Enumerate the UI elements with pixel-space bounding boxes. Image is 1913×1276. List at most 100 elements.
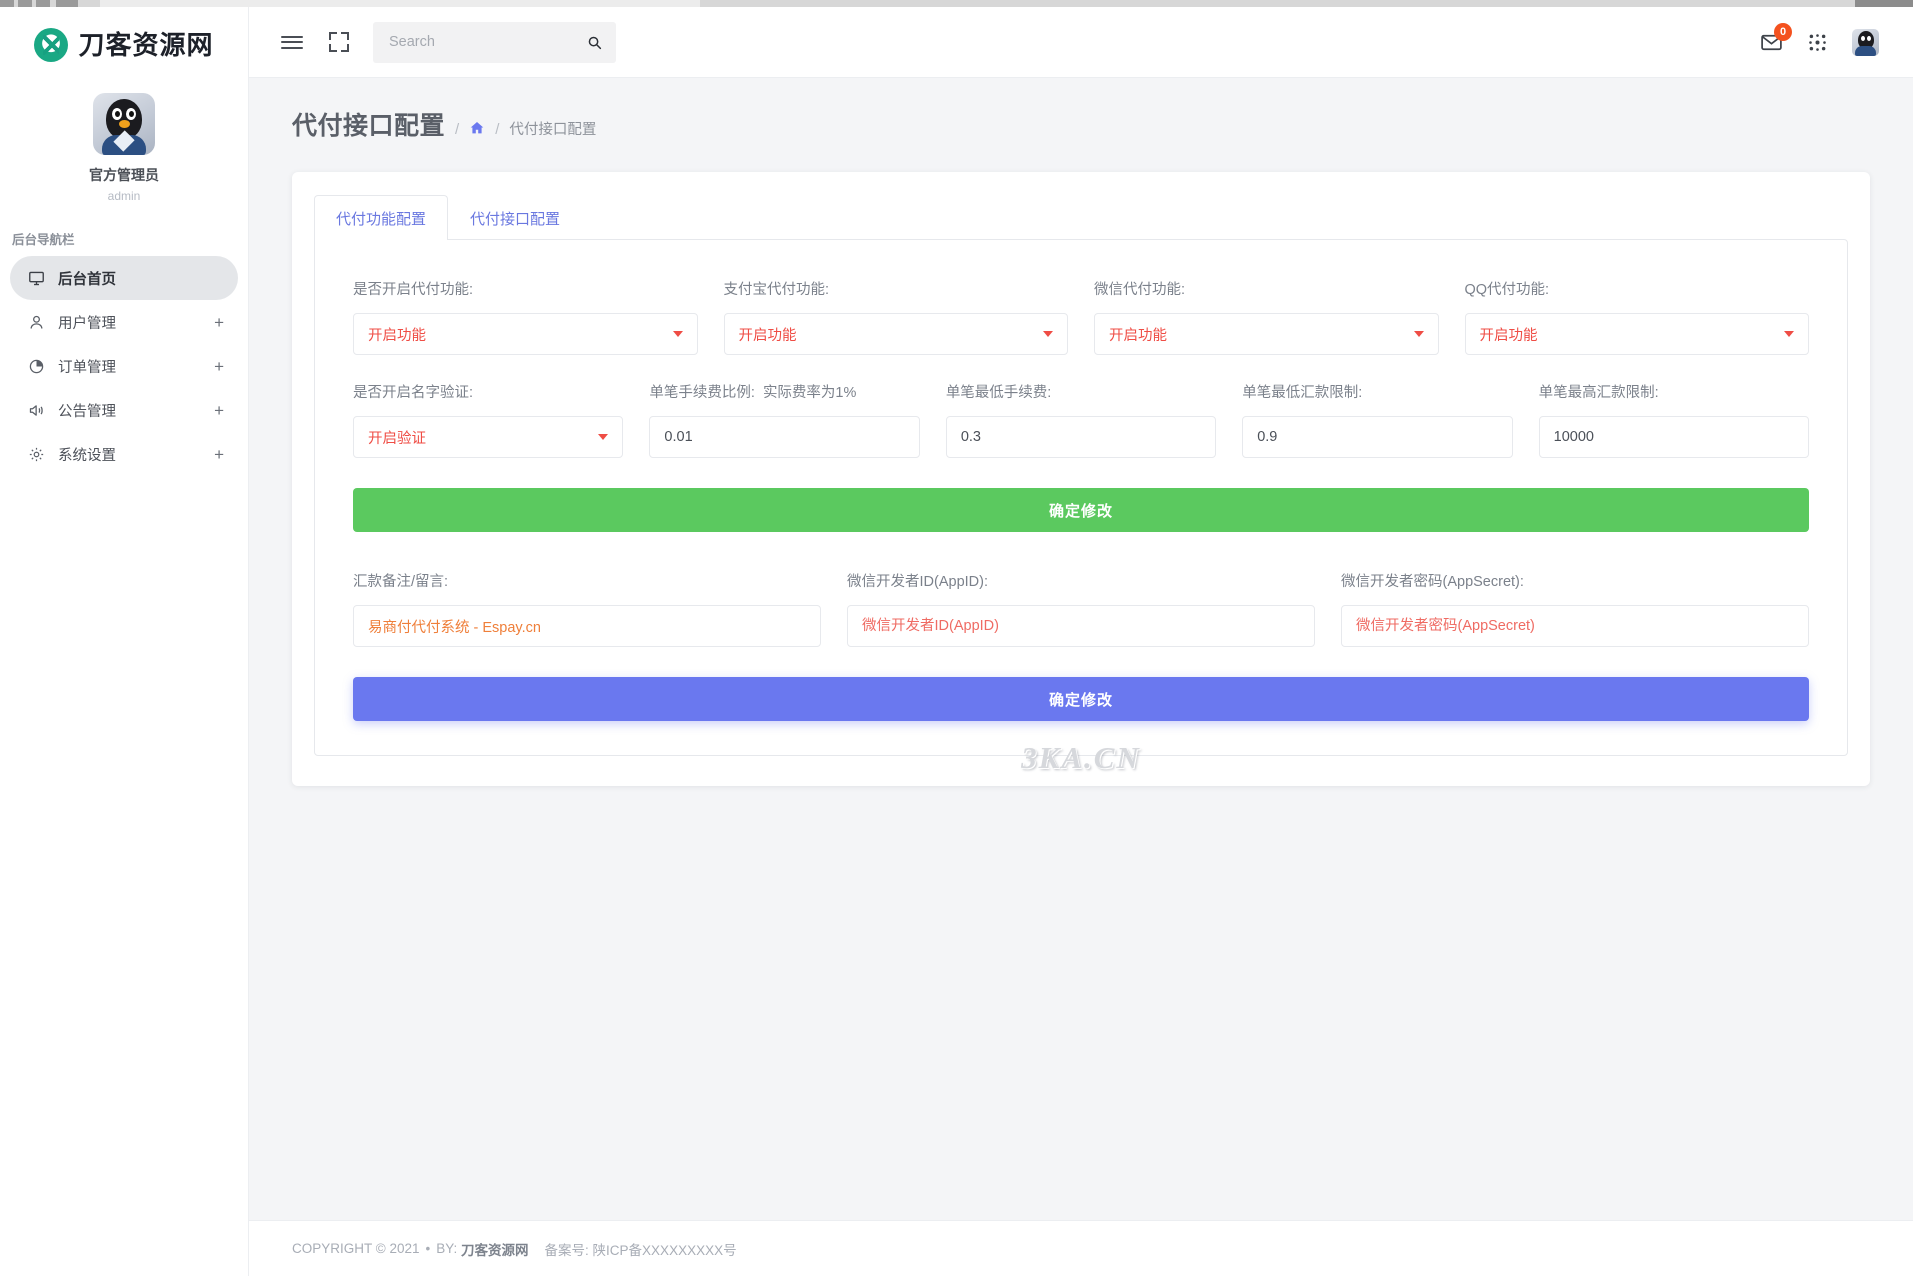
tab-panel: 是否开启代付功能: 开启功能 支付宝代付功能: 开启功能 微信代付功能: 开启功…: [314, 239, 1848, 756]
breadcrumb-separator: /: [455, 121, 460, 138]
profile-name: 官方管理员: [89, 167, 159, 183]
envelope-icon[interactable]: 0: [1760, 22, 1792, 54]
form-row-toggles: 是否开启代付功能: 开启功能 支付宝代付功能: 开启功能 微信代付功能: 开启功…: [353, 278, 1809, 355]
select-name-verify[interactable]: 开启验证: [353, 416, 624, 458]
expand-plus-icon[interactable]: +: [214, 314, 224, 331]
field-wechat-payout: 微信代付功能: 开启功能: [1094, 278, 1439, 355]
field-label: 汇款备注/留言:: [353, 574, 449, 590]
tab-function-config[interactable]: 代付功能配置: [314, 195, 449, 240]
field-label: 单笔最低汇款限制:: [1242, 385, 1363, 401]
brand[interactable]: 刀客资源网: [0, 7, 248, 79]
select-alipay-payout[interactable]: 开启功能: [723, 313, 1068, 355]
footer-record-label: 备案号:: [544, 1242, 589, 1258]
breadcrumb-separator: /: [495, 121, 500, 138]
footer-copyright: COPYRIGHT © 2021: [292, 1241, 420, 1256]
brand-title: 刀客资源网: [78, 30, 214, 60]
field-fee-rate: 单笔手续费比例: 实际费率为1%: [649, 381, 920, 458]
browser-window-controls: [1855, 0, 1913, 7]
input-wechat-appid[interactable]: [847, 605, 1315, 647]
tab-bar: 代付功能配置 代付接口配置: [314, 194, 1848, 240]
tab-interface-config[interactable]: 代付接口配置: [448, 195, 582, 240]
browser-chrome-strip: [0, 0, 1913, 7]
field-label-sub: 实际费率为1%: [762, 385, 857, 401]
search-input[interactable]: [387, 33, 587, 51]
field-label: 单笔最低手续费:: [945, 385, 1052, 401]
main-content: 代付接口配置 / / 代付接口配置 代付功能配置 代付接口配置 是否开启代付功能…: [249, 78, 1913, 1276]
field-alipay-payout: 支付宝代付功能: 开启功能: [723, 278, 1068, 355]
input-min-fee[interactable]: [945, 416, 1217, 458]
chevron-down-icon: [1413, 331, 1424, 337]
expand-plus-icon[interactable]: +: [214, 446, 224, 463]
sidebar: 刀客资源网 官方管理员 admin 后台导航栏 后台首页 用户管理 + 订单管理…: [0, 7, 249, 1276]
form-row-fees: 是否开启名字验证: 开启验证 单笔手续费比例: 实际费率为1% 单笔最低手续费:: [353, 381, 1810, 458]
avatar[interactable]: [1852, 28, 1879, 56]
search-box: [373, 21, 616, 63]
sidebar-item-settings[interactable]: 系统设置 +: [10, 432, 238, 476]
chevron-down-icon: [1784, 331, 1794, 337]
sidebar-item-label: 订单管理: [58, 359, 116, 376]
tab-label: 代付功能配置: [336, 210, 427, 228]
select-qq-payout[interactable]: 开启功能: [1464, 313, 1809, 355]
expand-plus-icon[interactable]: +: [214, 402, 224, 419]
nav-caption: 后台导航栏: [12, 233, 75, 247]
select-value: 开启验证: [368, 430, 426, 447]
input-min-remit[interactable]: [1242, 416, 1513, 458]
profile: 官方管理员 admin: [0, 79, 248, 207]
field-label: 单笔手续费比例: 实际费率为1%: [649, 381, 919, 402]
chevron-down-icon: [672, 331, 683, 337]
select-value: 开启功能: [738, 327, 797, 344]
hamburger-icon[interactable]: [281, 32, 303, 52]
footer: COPYRIGHT © 2021 • BY: 刀客资源网 备案号: 陕ICP备X…: [249, 1220, 1913, 1276]
footer-by-name[interactable]: 刀客资源网: [461, 1239, 529, 1259]
select-value: 开启功能: [1479, 327, 1538, 344]
page-header: 代付接口配置 / / 代付接口配置: [249, 78, 1913, 142]
footer-record-value: 陕ICP备XXXXXXXXX号: [592, 1242, 737, 1258]
field-label: 是否开启名字验证:: [353, 385, 474, 401]
field-min-fee: 单笔最低手续费:: [945, 381, 1217, 458]
browser-tab-bit: [56, 0, 78, 7]
browser-tab-bit: [36, 0, 50, 7]
input-max-remit[interactable]: [1538, 416, 1810, 458]
select-wechat-payout[interactable]: 开启功能: [1094, 313, 1439, 355]
input-remit-remark[interactable]: [353, 605, 821, 647]
submit-secondary-button[interactable]: 确定修改: [353, 677, 1809, 721]
select-enable-payout[interactable]: 开启功能: [353, 313, 698, 355]
input-wechat-appsecret[interactable]: [1341, 605, 1809, 647]
field-name-verify: 是否开启名字验证: 开启验证: [353, 381, 624, 458]
home-icon[interactable]: [469, 118, 485, 134]
form-row-wechat-credentials: 汇款备注/留言: 微信开发者ID(AppID): 微信开发者密码(AppSecr…: [353, 570, 1809, 647]
user-icon: [26, 312, 46, 332]
sidebar-item-label: 用户管理: [58, 315, 116, 332]
sidebar-item-label: 公告管理: [58, 403, 116, 420]
input-fee-rate[interactable]: [649, 416, 920, 458]
search-icon[interactable]: [587, 35, 602, 50]
expand-plus-icon[interactable]: +: [214, 358, 224, 375]
header-actions: 0: [1760, 22, 1879, 56]
browser-tab-bit: [18, 0, 32, 7]
grid-apps-icon[interactable]: [1807, 32, 1828, 53]
megaphone-icon: [26, 400, 46, 420]
field-label: 微信开发者密码(AppSecret):: [1341, 574, 1524, 590]
sidebar-item-orders[interactable]: 订单管理 +: [10, 344, 238, 388]
sidebar-item-users[interactable]: 用户管理 +: [10, 300, 238, 344]
chevron-down-icon: [1043, 331, 1053, 337]
monitor-icon: [26, 268, 46, 288]
chevron-down-icon: [598, 434, 609, 440]
field-min-remit: 单笔最低汇款限制:: [1242, 381, 1513, 458]
field-label: 微信代付功能:: [1094, 282, 1186, 298]
sidebar-nav: 后台首页 用户管理 + 订单管理 + 公告管理 + 系统设置 +: [0, 256, 248, 476]
qq-penguin-avatar-icon[interactable]: [93, 93, 155, 155]
submit-primary-button[interactable]: 确定修改: [353, 488, 1809, 532]
field-wechat-appsecret: 微信开发者密码(AppSecret):: [1341, 570, 1809, 647]
profile-username: admin: [107, 189, 141, 203]
select-value: 开启功能: [368, 327, 426, 344]
sidebar-item-dashboard[interactable]: 后台首页: [10, 256, 238, 300]
field-label: 支付宝代付功能:: [723, 282, 830, 298]
field-label: 微信开发者ID(AppID):: [847, 574, 988, 590]
expand-icon[interactable]: [329, 32, 349, 52]
field-wechat-appid: 微信开发者ID(AppID):: [847, 570, 1315, 647]
footer-dot: •: [425, 1241, 431, 1256]
browser-tab-bit: [100, 0, 700, 7]
sidebar-item-announcements[interactable]: 公告管理 +: [10, 388, 238, 432]
